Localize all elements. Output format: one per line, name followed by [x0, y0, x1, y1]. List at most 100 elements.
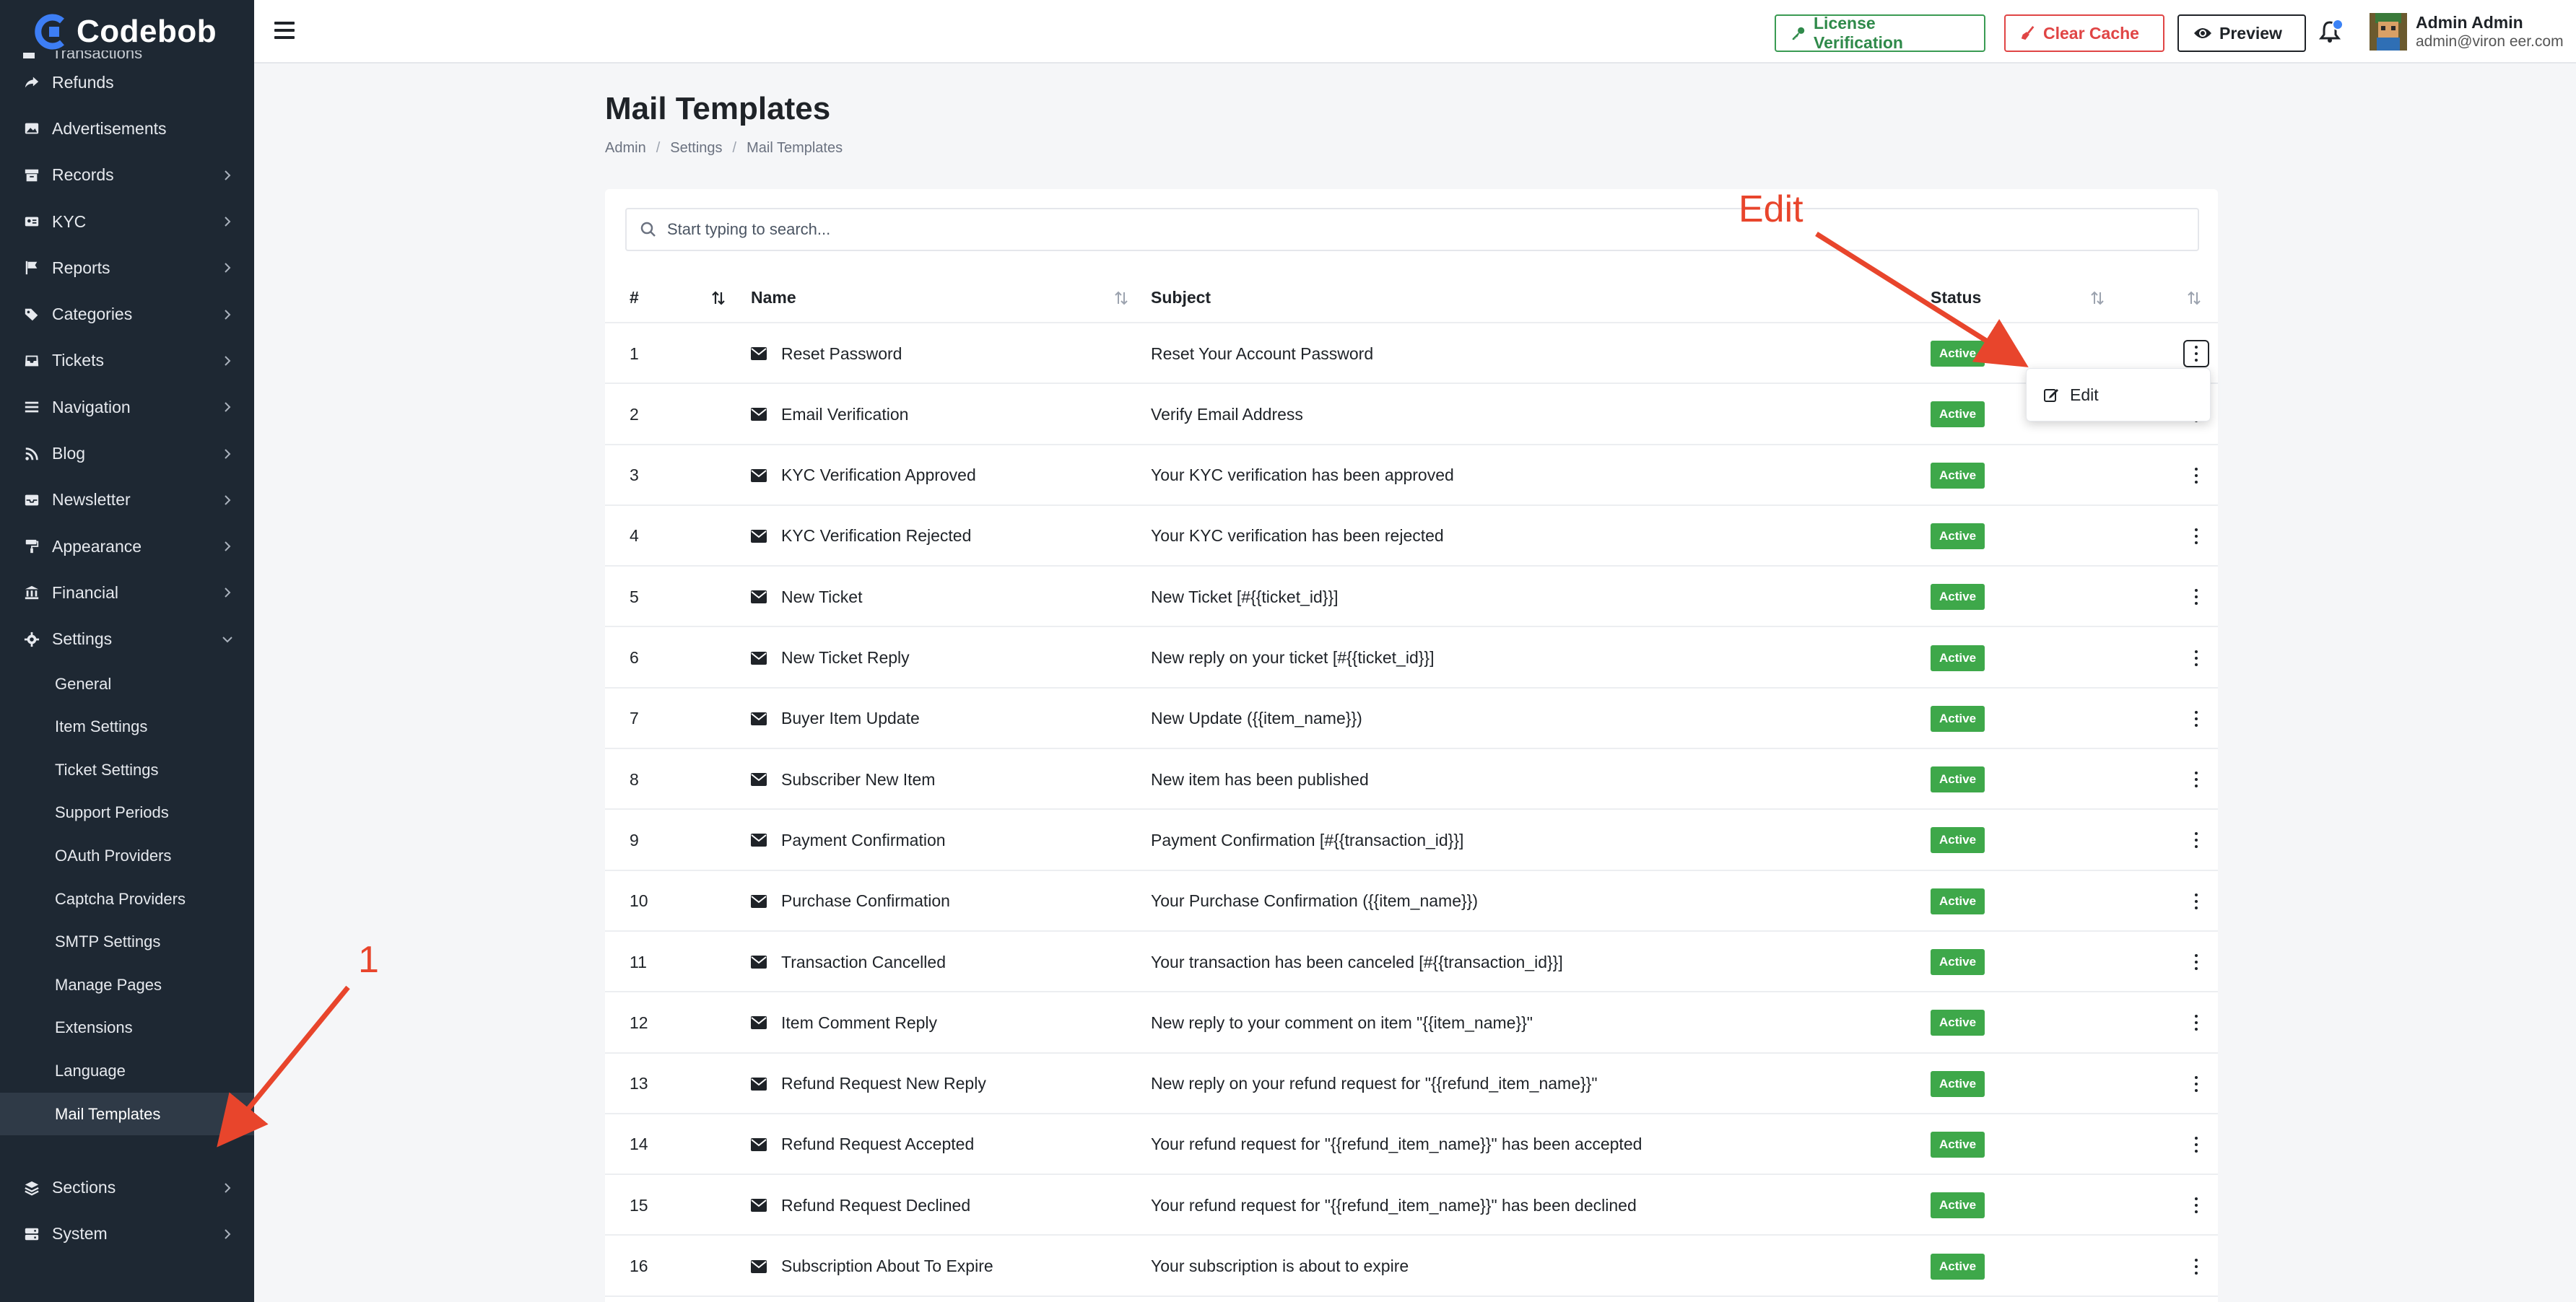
sidebar-subitem-ticket-settings[interactable]: Ticket Settings	[0, 748, 254, 792]
table-row[interactable]: 13 Refund Request New Reply New reply on y…	[605, 1054, 2218, 1114]
kebab-menu-icon[interactable]	[2194, 893, 2198, 909]
kebab-menu-icon[interactable]	[2194, 1136, 2198, 1153]
sort-icon[interactable]	[2186, 290, 2202, 306]
sidebar-item-tickets[interactable]: Tickets	[0, 338, 254, 384]
kebab-menu-icon[interactable]	[2194, 1258, 2198, 1275]
row-actions	[2183, 932, 2209, 992]
row-id: 12	[630, 1013, 648, 1032]
table-row[interactable]: 7 Buyer Item Update New Update ({{item_nam…	[605, 689, 2218, 750]
sidebar-item-advertisements[interactable]: Advertisements	[0, 105, 254, 152]
sidebar-item-reports[interactable]: Reports	[0, 245, 254, 291]
avatar[interactable]	[2370, 13, 2407, 51]
table-row[interactable]: 2 Email Verification Verify Email Address A…	[605, 384, 2218, 445]
row-status: Active	[1931, 689, 1985, 749]
envelope-icon	[751, 1077, 767, 1091]
sidebar-item-settings[interactable]: Settings	[0, 616, 254, 663]
kebab-menu-icon[interactable]	[2194, 528, 2198, 544]
breadcrumb-separator: /	[656, 140, 661, 156]
table-row[interactable]: 16 Subscription About To Expire Your subsc…	[605, 1236, 2218, 1297]
kebab-menu-icon[interactable]	[2194, 710, 2198, 727]
kebab-menu-icon[interactable]	[2194, 954, 2198, 970]
kebab-menu-icon[interactable]	[2194, 589, 2198, 606]
sidebar-subitem-manage-pages[interactable]: Manage Pages	[0, 964, 254, 1007]
sidebar-item-blog[interactable]: Blog	[0, 430, 254, 476]
sidebar-item-kyc[interactable]: KYC	[0, 198, 254, 245]
annotation-1-label: 1	[358, 939, 379, 981]
table-row[interactable]: 12 Item Comment Reply New reply to your co…	[605, 992, 2218, 1054]
sort-icon[interactable]	[1113, 290, 1129, 306]
breadcrumb-settings[interactable]: Settings	[670, 140, 722, 157]
notifications-bell-icon[interactable]	[2316, 17, 2345, 46]
kebab-menu-icon[interactable]	[2194, 467, 2198, 484]
row-actions-button[interactable]	[2183, 340, 2209, 367]
sidebar-item-records[interactable]: Records	[0, 152, 254, 198]
table-row[interactable]: 4 KYC Verification Rejected Your KYC verif…	[605, 506, 2218, 567]
kebab-menu-icon[interactable]	[2194, 1075, 2198, 1092]
sidebar-subitem-general[interactable]: General	[0, 663, 254, 706]
status-badge: Active	[1931, 1253, 1985, 1280]
sidebar-subitem-captcha-providers[interactable]: Captcha Providers	[0, 878, 254, 921]
chevron-right-icon	[225, 356, 231, 366]
table-row[interactable]: 10 Purchase Confirmation Your Purchase Con…	[605, 871, 2218, 932]
sort-asc-icon[interactable]	[710, 290, 726, 306]
sidebar-item-newsletter[interactable]: Newsletter	[0, 477, 254, 523]
sidebar-item-categories[interactable]: Categories	[0, 291, 254, 337]
sidebar-item-appearance[interactable]: Appearance	[0, 523, 254, 569]
table-row[interactable]: 5 New Ticket New Ticket [#{{ticket_id}}] Ac…	[605, 567, 2218, 628]
breadcrumb-admin[interactable]: Admin	[605, 140, 646, 157]
kebab-menu-icon[interactable]	[2194, 832, 2198, 849]
status-badge: Active	[1931, 705, 1985, 732]
table-header: # Name Subject Status	[605, 271, 2218, 323]
row-name-cell: Subscriber New Item	[751, 749, 935, 810]
row-name-cell: Refund Request Declined	[751, 1175, 970, 1236]
sidebar-item-financial[interactable]: Financial	[0, 569, 254, 616]
status-badge: Active	[1931, 1192, 1985, 1219]
sidebar-item-system[interactable]: System	[0, 1211, 254, 1257]
search-input[interactable]	[667, 220, 2183, 239]
dropdown-edit-item[interactable]: Edit	[2070, 385, 2099, 405]
preview-button[interactable]: Preview	[2177, 14, 2306, 52]
kebab-menu-icon[interactable]	[2194, 1197, 2198, 1214]
preview-label: Preview	[2219, 23, 2282, 43]
row-actions	[2183, 992, 2209, 1053]
table-row[interactable]: 3 KYC Verification Approved Your KYC verif…	[605, 445, 2218, 506]
clear-cache-button[interactable]: Clear Cache	[2004, 14, 2164, 52]
row-status: Active	[1931, 871, 1985, 932]
annotation-edit-label: Edit	[1739, 188, 1803, 230]
row-name: New Ticket	[781, 587, 863, 606]
sidebar-subitem-extensions[interactable]: Extensions	[0, 1007, 254, 1050]
row-name: KYC Verification Rejected	[781, 526, 972, 546]
sidebar-item-refunds[interactable]: Refunds	[0, 59, 254, 105]
hamburger-menu-icon[interactable]	[274, 22, 295, 39]
sidebar-item-navigation[interactable]: Navigation	[0, 384, 254, 430]
sidebar-item-sections[interactable]: Sections	[0, 1164, 254, 1210]
column-header-name[interactable]: Name	[751, 271, 796, 323]
table-row[interactable]: 9 Payment Confirmation Payment Confirmatio…	[605, 810, 2218, 871]
sidebar-subitem-smtp-settings[interactable]: SMTP Settings	[0, 920, 254, 964]
row-subject: New reply on your refund request for "{{…	[1151, 1074, 1598, 1093]
column-header-subject[interactable]: Subject	[1151, 271, 1211, 323]
sidebar-subitem-item-settings[interactable]: Item Settings	[0, 705, 254, 748]
brand-logo[interactable]: Codebob	[33, 12, 217, 52]
table-row[interactable]: 11 Transaction Cancelled Your transaction …	[605, 932, 2218, 993]
sidebar-subitem-oauth-providers[interactable]: OAuth Providers	[0, 834, 254, 878]
eye-icon	[2194, 28, 2211, 38]
table-row[interactable]: 1 Reset Password Reset Your Account Passwo…	[605, 323, 2218, 385]
table-row[interactable]: 15 Refund Request Declined Your refund req…	[605, 1175, 2218, 1236]
kebab-menu-icon[interactable]	[2194, 1015, 2198, 1031]
row-subject: Reset Your Account Password	[1151, 344, 1374, 363]
sidebar-subitem-support-periods[interactable]: Support Periods	[0, 792, 254, 835]
key-icon	[1792, 27, 1805, 40]
column-header-id[interactable]: #	[630, 271, 639, 323]
search-box[interactable]	[625, 208, 2199, 251]
license-verification-button[interactable]: License Verification	[1775, 14, 1985, 52]
table-row[interactable]: 8 Subscriber New Item New item has been pu…	[605, 749, 2218, 811]
table-row[interactable]: 14 Refund Request Accepted Your refund req…	[605, 1114, 2218, 1176]
sidebar-subitem-language[interactable]: Language	[0, 1049, 254, 1093]
kebab-menu-icon[interactable]	[2194, 772, 2198, 788]
sort-icon[interactable]	[2089, 290, 2105, 306]
column-header-status[interactable]: Status	[1931, 271, 1981, 323]
table-row[interactable]: 6 New Ticket Reply New reply on your ticke…	[605, 628, 2218, 689]
kebab-menu-icon[interactable]	[2194, 650, 2198, 666]
sidebar-subitem-mail-templates[interactable]: Mail Templates	[0, 1092, 254, 1136]
